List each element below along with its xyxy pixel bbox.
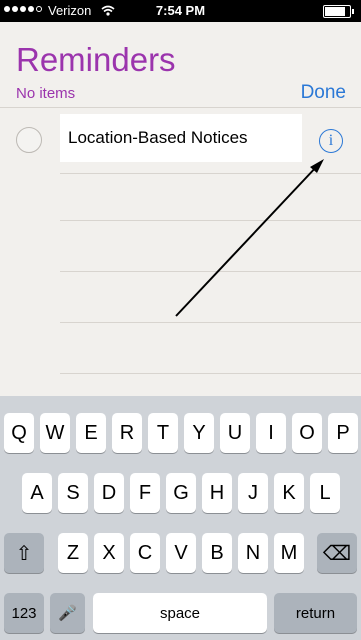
- key-m[interactable]: M: [274, 533, 304, 573]
- key-z[interactable]: Z: [58, 533, 88, 573]
- key-f[interactable]: F: [130, 473, 160, 513]
- key-e[interactable]: E: [76, 413, 106, 453]
- key-q[interactable]: Q: [4, 413, 34, 453]
- status-time: 7:54 PM: [155, 3, 206, 18]
- key-r[interactable]: R: [112, 413, 142, 453]
- microphone-key[interactable]: 🎤: [50, 593, 85, 633]
- key-d[interactable]: D: [94, 473, 124, 513]
- key-g[interactable]: G: [166, 473, 196, 513]
- key-k[interactable]: K: [274, 473, 304, 513]
- key-b[interactable]: B: [202, 533, 232, 573]
- key-x[interactable]: X: [94, 533, 124, 573]
- backspace-key[interactable]: ⌫: [317, 533, 357, 573]
- shift-key[interactable]: ⇧: [4, 533, 44, 573]
- key-p[interactable]: P: [328, 413, 358, 453]
- key-c[interactable]: C: [130, 533, 160, 573]
- keyboard: Q W E R T Y U I O P A S D F G H J K L ⇧ …: [0, 396, 361, 640]
- space-key[interactable]: space: [93, 593, 267, 633]
- key-i[interactable]: I: [256, 413, 286, 453]
- annotation-arrow: [175, 159, 324, 317]
- key-j[interactable]: J: [238, 473, 268, 513]
- key-w[interactable]: W: [40, 413, 70, 453]
- battery-icon: [323, 5, 354, 18]
- key-l[interactable]: L: [310, 473, 340, 513]
- key-n[interactable]: N: [238, 533, 268, 573]
- reminders-view: Reminders No items Done Location-Based N…: [0, 22, 361, 396]
- key-u[interactable]: U: [220, 413, 250, 453]
- key-h[interactable]: H: [202, 473, 232, 513]
- key-a[interactable]: A: [22, 473, 52, 513]
- key-s[interactable]: S: [58, 473, 88, 513]
- return-key[interactable]: return: [274, 593, 357, 633]
- key-o[interactable]: O: [292, 413, 322, 453]
- key-t[interactable]: T: [148, 413, 178, 453]
- numbers-key[interactable]: 123: [4, 593, 44, 633]
- key-v[interactable]: V: [166, 533, 196, 573]
- key-y[interactable]: Y: [184, 413, 214, 453]
- status-bar: Verizon 7:54 PM: [0, 0, 361, 22]
